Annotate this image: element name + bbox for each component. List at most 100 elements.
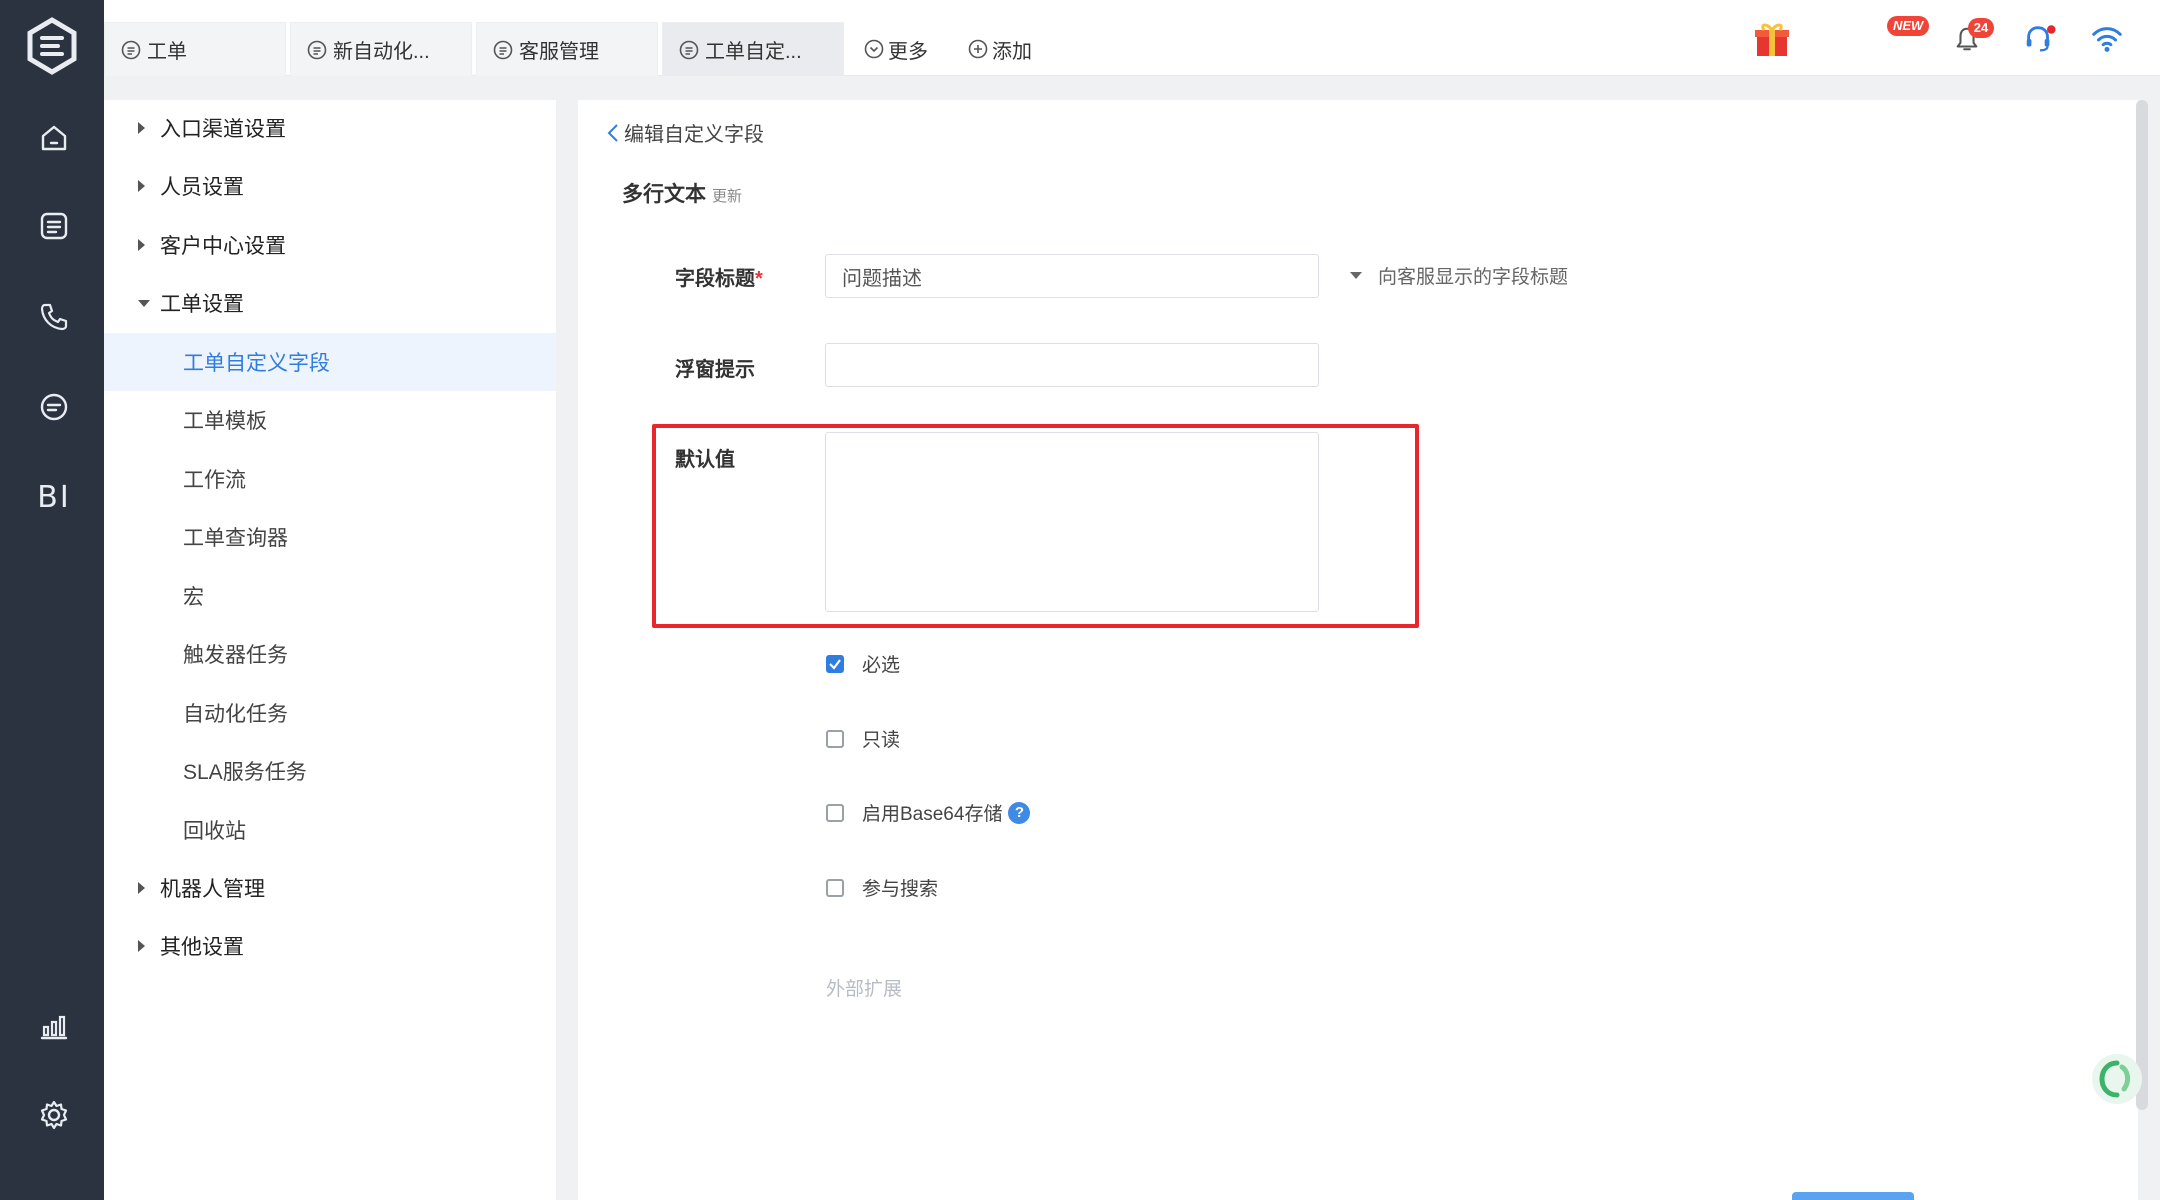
sidebar-item-label: 触发器任务 [183,644,288,667]
settings-icon[interactable] [27,1088,81,1142]
readonly-checkbox-row[interactable]: 只读 [826,725,900,752]
gift-icon[interactable] [1751,18,1793,60]
bi-nav-item[interactable]: BI [27,470,81,524]
phone-icon[interactable] [27,290,81,344]
update-label: 更新 [712,188,743,205]
sidebar-item-label: 工作流 [183,469,246,492]
sidebar-item-trigger-tasks[interactable]: 触发器任务 [104,625,556,683]
chevron-left-icon [607,123,618,142]
tab-doc-icon [121,40,141,59]
checkbox-label: 只读 [862,730,901,751]
sidebar-group-label: 入口渠道设置 [160,118,286,141]
checkbox-unchecked[interactable] [826,878,844,897]
tab-add-button[interactable]: 添加 [968,22,1032,76]
tab-automation[interactable]: 新自动化... [290,22,472,76]
field-type-title: 多行文本 更新 [622,178,742,208]
sidebar-group-other[interactable]: 其他设置 [104,918,556,974]
ticket-list-icon[interactable] [27,199,81,253]
tab-doc-icon [493,40,513,59]
back-link-label: 编辑自定义字段 [624,124,764,146]
scrollbar[interactable] [2136,100,2148,1110]
tab-custom-fields[interactable]: 工单自定... [662,22,844,76]
base64-checkbox-row[interactable]: 启用Base64存储 ? [826,799,1031,826]
tab-add-label: 添加 [992,40,1032,63]
bi-label: BI [37,479,71,515]
sidebar-group-label: 工单设置 [160,293,244,316]
sidebar-group-personnel[interactable]: 人员设置 [104,158,556,214]
chat-icon[interactable] [27,380,81,434]
plus-circle-icon [968,39,988,59]
sidebar-group-label: 机器人管理 [160,878,265,901]
tab-label: 工单 [147,41,187,63]
field-title-input[interactable]: 问题描述 [825,254,1319,298]
tab-doc-icon [307,40,327,59]
sidebar-item-sla-tasks[interactable]: SLA服务任务 [104,742,556,800]
sidebar-group-ticket-settings[interactable]: 工单设置 [104,275,556,331]
top-tab-bar: 工单 新自动化... 客服管理 工单自定... 更多 添加 NEW 24 [104,0,2160,76]
main-content-panel: 编辑自定义字段 多行文本 更新 字段标题* 问题描述 向客服显示的字段标题 浮窗提… [578,100,2138,1200]
tab-label: 工单自定... [705,41,802,63]
external-extension-link[interactable]: 外部扩展 [826,974,902,1001]
floating-assistant-icon[interactable] [2092,1054,2142,1104]
check-icon [829,658,841,670]
field-type-label: 多行文本 [622,183,706,206]
tab-ticket[interactable]: 工单 [104,22,286,76]
sidebar-group-label: 人员设置 [160,176,244,199]
sidebar-group-label: 其他设置 [160,936,244,959]
caret-right-icon [138,180,145,192]
sidebar-item-ticket-query[interactable]: 工单查询器 [104,508,556,566]
settings-sidebar: 入口渠道设置 人员设置 客户中心设置 工单设置 工单自定义字段 工单模板 工作流… [104,100,556,1200]
required-asterisk: * [755,268,763,290]
left-nav-rail: BI [0,0,104,1200]
tab-more-label: 更多 [888,40,928,63]
help-icon[interactable]: ? [1008,801,1031,824]
caret-down-icon [138,299,150,307]
checkbox-checked[interactable] [826,654,844,673]
sidebar-item-macro[interactable]: 宏 [104,567,556,625]
tab-service-management[interactable]: 客服管理 [476,22,658,76]
sidebar-item-ticket-template[interactable]: 工单模板 [104,391,556,449]
tab-doc-icon [679,40,699,59]
tooltip-input[interactable] [825,343,1319,387]
field-title-label: 字段标题* [675,268,763,290]
highlight-box [652,424,1419,628]
sidebar-item-label: SLA服务任务 [183,761,307,784]
searchable-checkbox-row[interactable]: 参与搜索 [826,874,938,901]
sidebar-item-recycle-bin[interactable]: 回收站 [104,801,556,859]
sidebar-group-entry-channel[interactable]: 入口渠道设置 [104,100,556,156]
checkbox-unchecked[interactable] [826,729,844,748]
sidebar-item-label: 宏 [183,586,204,609]
checkbox-label: 必选 [862,655,901,676]
sidebar-item-workflow[interactable]: 工作流 [104,450,556,508]
tab-label: 新自动化... [333,41,430,63]
tooltip-label: 浮窗提示 [675,359,755,381]
sidebar-item-automation-tasks[interactable]: 自动化任务 [104,684,556,742]
chart-icon[interactable] [27,1000,81,1054]
tab-label: 客服管理 [519,41,599,63]
required-checkbox-row[interactable]: 必选 [826,650,900,677]
sidebar-group-customer-center[interactable]: 客户中心设置 [104,217,556,273]
caret-right-icon [138,122,145,134]
checkbox-unchecked[interactable] [826,803,844,822]
tab-more-button[interactable]: 更多 [864,22,928,76]
caret-down-icon [1350,272,1362,279]
caret-right-icon [138,882,145,894]
app-logo-icon[interactable] [22,16,82,76]
sidebar-item-label: 工单自定义字段 [183,352,330,375]
sidebar-item-custom-fields[interactable]: 工单自定义字段 [104,333,556,391]
save-button[interactable] [1792,1192,1914,1200]
notification-count-badge: 24 [1968,18,1994,38]
caret-right-icon [138,940,145,952]
headset-icon[interactable] [2018,18,2060,60]
home-icon[interactable] [27,111,81,165]
sidebar-item-label: 工单模板 [183,410,267,433]
sidebar-group-label: 客户中心设置 [160,235,286,258]
sidebar-group-robot[interactable]: 机器人管理 [104,860,556,916]
chevron-circle-down-icon [864,39,884,59]
new-badge: NEW [1887,16,1930,36]
sidebar-item-label: 回收站 [183,820,246,843]
back-link[interactable]: 编辑自定义字段 [606,118,764,147]
sidebar-item-label: 工单查询器 [183,527,288,550]
wifi-icon[interactable] [2086,18,2128,60]
field-title-hint[interactable]: 向客服显示的字段标题 [1350,262,1568,289]
